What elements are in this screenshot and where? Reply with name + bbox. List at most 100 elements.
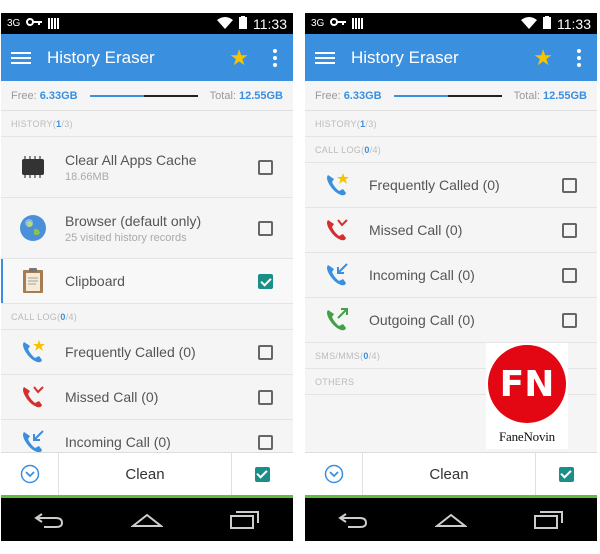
item-label: Browser (default only) [65,212,202,229]
item-label: Incoming Call (0) [369,267,475,283]
item-checkbox[interactable] [258,344,273,360]
recents-icon[interactable] [229,510,260,529]
clean-button[interactable]: Clean [363,466,535,483]
bottom-action-bar: Clean [305,452,597,498]
list-item-clipboard[interactable]: Clipboard [1,259,293,304]
free-value: 6.33GB [343,89,382,102]
globe-icon [1,214,65,242]
list-item-outgoing-call[interactable]: Outgoing Call (0) [305,298,597,343]
star-icon[interactable]: ★ [229,45,249,71]
storage-bar-fill [89,94,144,97]
item-checkbox[interactable] [562,267,577,283]
wifi-icon [521,16,537,32]
total-label: Total: [513,89,540,102]
status-bar: 3G 11:33 [1,13,293,34]
section-label: CALL LOG( [315,144,365,155]
total-value: 12.55GB [542,89,587,102]
item-label: Frequently Called (0) [369,177,500,193]
home-icon[interactable] [130,512,163,528]
item-label: Incoming Call (0) [65,434,171,450]
key-icon [330,18,347,29]
app-bar: History Eraser ★ [1,34,293,81]
recents-icon[interactable] [533,510,564,529]
item-checkbox[interactable] [562,177,577,193]
chevron-down-icon [20,464,39,484]
collapse-button[interactable] [1,453,59,495]
storage-bar-fill [393,94,448,97]
phone-screen-right: 3G 11:33 History Eraser ★ Free: 6.33GB T… [305,13,597,541]
list-item-incoming-call[interactable]: Incoming Call (0) [305,253,597,298]
watermark-badge: FN [488,345,566,423]
section-label: HISTORY( [11,118,57,129]
battery-icon [543,15,551,32]
phone-missed-icon [305,217,369,243]
star-icon[interactable]: ★ [533,45,553,71]
section-label: SMS/MMS( [315,350,364,361]
status-bar: 3G 11:33 [305,13,597,34]
section-label: CALL LOG( [11,311,61,322]
back-icon[interactable] [338,512,368,528]
clean-button[interactable]: Clean [59,466,231,483]
phone-missed-icon [1,384,65,410]
item-checkbox[interactable] [258,159,273,175]
item-checkbox[interactable] [258,389,273,405]
item-checkbox[interactable] [562,312,577,328]
item-checkbox[interactable] [258,220,273,236]
select-all-checkbox[interactable] [535,453,597,495]
list-item-apps-cache[interactable]: Clear All Apps Cache 18.66MB [1,137,293,198]
overflow-menu-icon[interactable] [273,48,277,67]
system-nav-bar [305,498,597,541]
key-icon [26,18,43,29]
storage-info: Free: 6.33GB Total: 12.55GB [305,81,597,111]
phone-star-icon [1,339,65,365]
clock-time: 11:33 [253,15,287,32]
free-label: Free: [315,89,341,102]
item-checkbox[interactable] [258,434,273,450]
phone-screen-left: 3G 11:33 History Eraser ★ Free: 6.33GB T… [1,13,293,541]
section-label: HISTORY( [315,118,361,129]
section-total: /4) [368,350,381,361]
list-item-missed-call[interactable]: Missed Call (0) [1,375,293,420]
section-history: HISTORY(1/3) [1,111,293,137]
section-total: /3) [61,118,73,129]
menu-icon[interactable] [315,51,335,64]
section-call-log[interactable]: CALL LOG(0/4) [305,137,597,163]
section-label: OTHERS [315,376,355,387]
total-value: 12.55GB [238,89,283,102]
app-title: History Eraser [47,47,155,67]
storage-info: Free: 6.33GB Total: 12.55GB [1,81,293,111]
phone-outgoing-icon [305,307,369,333]
storage-bar [89,94,198,97]
clipboard-icon [1,268,65,294]
section-total: /4) [369,144,382,155]
section-history[interactable]: HISTORY(1/3) [305,111,597,137]
barcode-icon [352,18,364,29]
item-checkbox[interactable] [258,273,273,289]
list-item-browser[interactable]: Browser (default only) 25 visited histor… [1,198,293,259]
list-item-missed-call[interactable]: Missed Call (0) [305,208,597,253]
free-value: 6.33GB [39,89,78,102]
home-icon[interactable] [434,512,467,528]
section-total: /3) [365,118,377,129]
item-label: Frequently Called (0) [65,344,196,360]
item-checkbox[interactable] [562,222,577,238]
barcode-icon [48,18,60,29]
select-all-checkbox[interactable] [231,453,293,495]
collapse-button[interactable] [305,453,363,495]
item-label: Clipboard [65,273,125,289]
list-item-frequently-called[interactable]: Frequently Called (0) [305,163,597,208]
bottom-action-bar: Clean [1,452,293,498]
menu-icon[interactable] [11,51,31,64]
item-sublabel: 25 visited history records [65,231,187,244]
item-label: Missed Call (0) [65,389,159,405]
total-label: Total: [209,89,236,102]
chip-icon [1,156,65,178]
item-label: Missed Call (0) [369,222,463,238]
overflow-menu-icon[interactable] [577,48,581,67]
back-icon[interactable] [34,512,64,528]
watermark-logo: FN FaneNovin [486,343,568,449]
item-sublabel: 18.66MB [65,170,110,183]
list-item-frequently-called[interactable]: Frequently Called (0) [1,330,293,375]
signal-label: 3G [311,18,325,29]
app-bar: History Eraser ★ [305,34,597,81]
